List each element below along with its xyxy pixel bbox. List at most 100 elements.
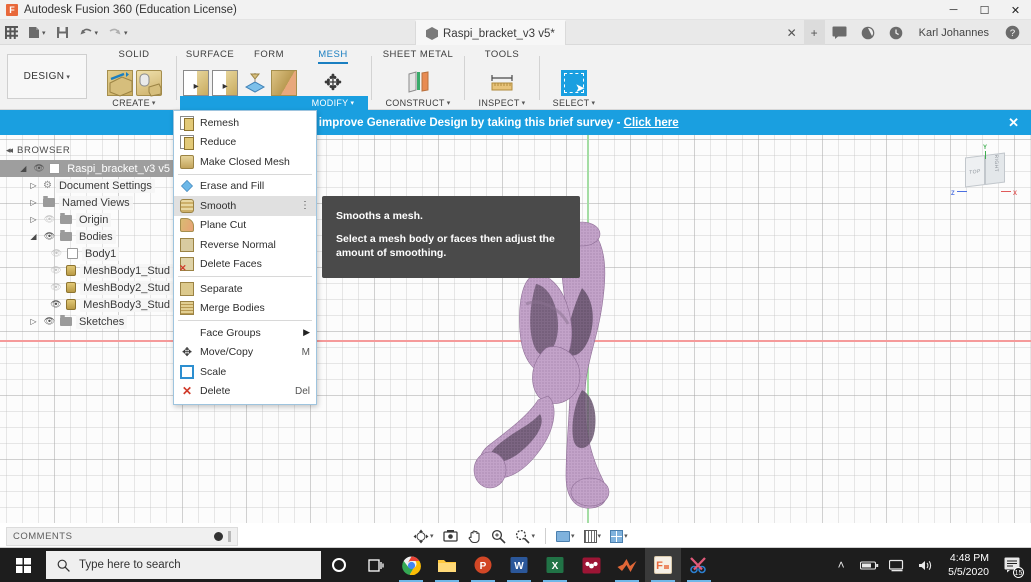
comments-toggle-icon[interactable]: [214, 532, 223, 541]
tab-sheet-metal[interactable]: SHEET METAL CONSTRUCT ▾: [375, 45, 461, 110]
new-tab-button[interactable]: +: [803, 20, 825, 45]
twisty-icon[interactable]: ▷: [28, 198, 39, 207]
comments-resize-handle[interactable]: [228, 531, 231, 542]
menu-item-erase-and-fill[interactable]: Erase and Fill: [174, 177, 316, 197]
tray-expand-icon[interactable]: ˄: [828, 548, 854, 582]
redo-caret[interactable]: ▾: [124, 29, 128, 37]
inspect-measure-icon[interactable]: [489, 70, 515, 96]
tree-item-sketches[interactable]: ▷ 👁 Sketches: [0, 313, 173, 330]
panel-select[interactable]: SELECT ▾: [543, 96, 605, 110]
menu-item-scale[interactable]: Scale: [174, 362, 316, 382]
tree-item-origin[interactable]: ▷ 👁 Origin: [0, 211, 173, 228]
survey-banner-link[interactable]: Click here: [624, 117, 679, 129]
panel-construct[interactable]: CONSTRUCT ▾: [375, 96, 461, 110]
comment-icon[interactable]: [825, 20, 854, 45]
view-cube-face-right[interactable]: RIGHT: [985, 152, 1005, 185]
menu-item-merge-bodies[interactable]: Merge Bodies: [174, 299, 316, 319]
workspace-switcher[interactable]: DESIGN ▾: [7, 54, 87, 99]
grid-snaps-caret[interactable]: ▾: [598, 532, 602, 540]
fusion360-icon[interactable]: F: [645, 548, 681, 582]
browser-collapse-icon[interactable]: ◂◂: [6, 145, 13, 156]
battery-icon[interactable]: [856, 548, 882, 582]
snipping-tool-icon[interactable]: [681, 548, 717, 582]
chrome-icon[interactable]: [393, 548, 429, 582]
network-icon[interactable]: [884, 548, 910, 582]
comments-controls[interactable]: [214, 531, 231, 542]
volume-icon[interactable]: [912, 548, 938, 582]
taskbar-search-input[interactable]: Type here to search: [46, 551, 321, 579]
windows-start-icon[interactable]: [0, 548, 46, 582]
word-icon[interactable]: W: [501, 548, 537, 582]
tree-item-meshbody2[interactable]: 👁 MeshBody2_Stud: [0, 279, 173, 296]
tree-item-root[interactable]: ◢ 👁 Raspi_bracket_v3 v5: [0, 160, 173, 177]
survey-banner-close-icon[interactable]: ✕: [1008, 115, 1019, 131]
menu-item-delete[interactable]: ✕ Delete Del: [174, 382, 316, 402]
eye-icon[interactable]: 👁: [50, 282, 62, 293]
tab-select[interactable]: ➤ SELECT ▾: [543, 45, 605, 110]
zoom-icon[interactable]: [488, 529, 509, 544]
menu-item-move-copy[interactable]: ✥ Move/Copy M: [174, 343, 316, 363]
document-tab[interactable]: Raspi_bracket_v3 v5*: [415, 20, 566, 45]
tree-item-document-settings[interactable]: ▷ ⚙ Document Settings: [0, 177, 173, 194]
menu-item-delete-faces[interactable]: Delete Faces: [174, 255, 316, 274]
modify-dropdown-menu[interactable]: Remesh Reduce Make Closed Mesh Erase and…: [173, 110, 317, 405]
job-status-icon[interactable]: [882, 20, 910, 45]
powerpoint-icon[interactable]: P: [465, 548, 501, 582]
twisty-icon[interactable]: ◢: [28, 232, 39, 241]
modify-plane-cut-icon[interactable]: [270, 70, 297, 96]
tab-form[interactable]: FORM: [240, 45, 298, 110]
minimize-button[interactable]: ─: [938, 0, 969, 20]
viewports-icon[interactable]: ▾: [607, 529, 631, 543]
redo-icon[interactable]: ▾: [103, 20, 133, 45]
orbit-caret[interactable]: ▾: [430, 532, 434, 540]
viewports-caret[interactable]: ▾: [624, 532, 628, 540]
task-view-icon[interactable]: [357, 548, 393, 582]
twisty-icon[interactable]: ▷: [28, 317, 39, 326]
tab-tools[interactable]: TOOLS INSPECT ▾: [468, 45, 536, 110]
view-cube[interactable]: TOP RIGHT Y X Z: [951, 145, 1017, 203]
tab-mesh[interactable]: MESH ✥ MODIFY ▾: [298, 45, 368, 110]
panel-create[interactable]: CREATE ▾: [95, 96, 173, 110]
activity-icon[interactable]: [854, 20, 882, 45]
file-explorer-icon[interactable]: [429, 548, 465, 582]
look-at-icon[interactable]: [440, 529, 461, 543]
notification-center-icon[interactable]: 15: [999, 548, 1025, 582]
menu-item-plane-cut[interactable]: Plane Cut: [174, 216, 316, 236]
menu-item-face-groups[interactable]: Face Groups ▶: [174, 323, 316, 343]
close-button[interactable]: ✕: [1000, 0, 1031, 20]
tree-item-bodies[interactable]: ◢ 👁 Bodies: [0, 228, 173, 245]
twisty-icon[interactable]: ▷: [28, 181, 39, 190]
eye-icon[interactable]: 👁: [50, 265, 62, 276]
panel-modify[interactable]: MODIFY ▾: [298, 96, 368, 110]
menu-item-separate[interactable]: Separate: [174, 279, 316, 299]
new-document-caret[interactable]: ▾: [42, 29, 46, 37]
menu-item-reverse-normal[interactable]: Reverse Normal: [174, 235, 316, 255]
create-extrude-icon[interactable]: [106, 70, 133, 97]
eye-icon[interactable]: 👁: [43, 316, 56, 327]
pan-icon[interactable]: [464, 529, 485, 544]
tab-close-button[interactable]: ✕: [780, 20, 804, 45]
taskbar-clock[interactable]: 4:48 PM 5/5/2020: [940, 551, 997, 579]
panel-modify-b[interactable]: [240, 96, 298, 110]
save-icon[interactable]: [51, 20, 74, 45]
maximize-button[interactable]: ☐: [969, 0, 1000, 20]
undo-caret[interactable]: ▾: [95, 29, 99, 37]
view-cube-face-top[interactable]: TOP: [965, 155, 985, 188]
tab-surface[interactable]: SURFACE ▸ ▸: [180, 45, 240, 110]
twisty-icon[interactable]: ▷: [28, 215, 39, 224]
menu-item-overflow-icon[interactable]: ⋮: [300, 200, 310, 210]
orbit-icon[interactable]: ▾: [410, 529, 437, 544]
eye-icon[interactable]: 👁: [43, 214, 56, 225]
display-settings-icon[interactable]: ▾: [553, 530, 578, 542]
undo-icon[interactable]: ▾: [74, 20, 104, 45]
twisty-icon[interactable]: ◢: [18, 164, 29, 173]
help-icon[interactable]: ?: [998, 20, 1027, 45]
modify-remesh-icon[interactable]: ▸: [182, 70, 209, 96]
construct-offset-plane-icon[interactable]: [405, 70, 431, 96]
eye-icon[interactable]: 👁: [43, 231, 56, 242]
menu-item-make-closed-mesh[interactable]: Make Closed Mesh: [174, 152, 316, 172]
menu-item-remesh[interactable]: Remesh: [174, 113, 316, 133]
matlab-icon[interactable]: [609, 548, 645, 582]
tree-item-meshbody1[interactable]: 👁 MeshBody1_Stud: [0, 262, 173, 279]
select-window-icon[interactable]: ➤: [561, 70, 587, 96]
